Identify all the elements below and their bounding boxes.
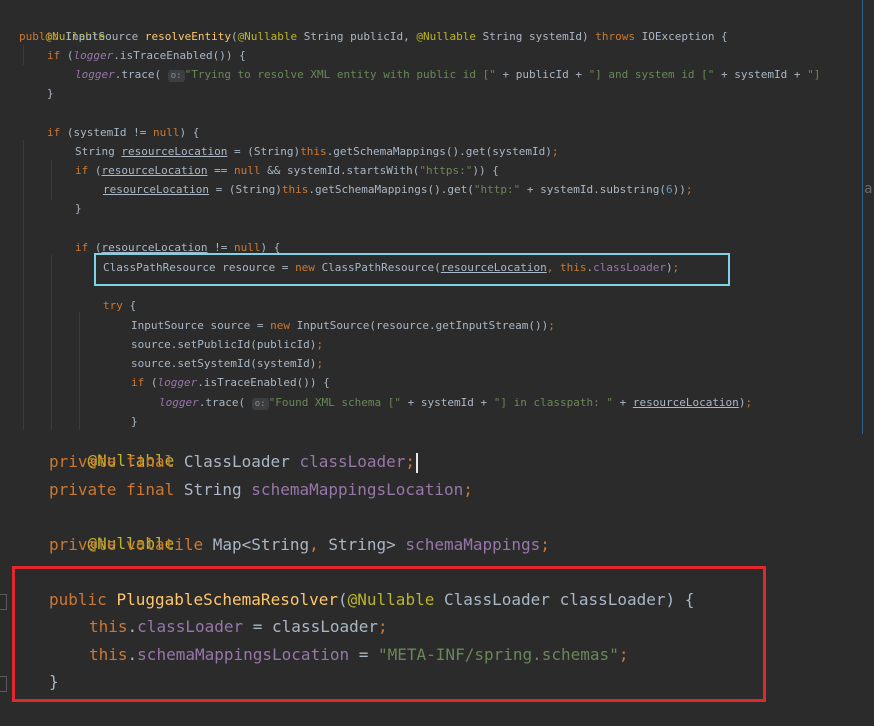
code-line[interactable]: @Nullable	[19, 8, 106, 43]
code-line[interactable]: @Nullable	[49, 434, 175, 470]
code-line[interactable]: private final ClassLoader classLoader;	[49, 448, 419, 475]
code-line[interactable]: resourceLocation = (String)this.getSchem…	[103, 180, 692, 199]
code-line[interactable]: if (systemId != null) {	[47, 123, 199, 142]
clipped-editor-char: a	[864, 181, 873, 197]
code-line[interactable]: @Nullable	[49, 503, 175, 553]
code-line[interactable]: logger.trace( o: "Found XML schema [" + s…	[159, 393, 752, 412]
fold-marker-icon[interactable]	[0, 594, 7, 610]
code-line[interactable]: source.setSystemId(systemId);	[131, 354, 323, 373]
parameter-hint: o:	[167, 70, 185, 82]
indent-guide	[51, 160, 52, 200]
code-line[interactable]: if (logger.isTraceEnabled()) {	[131, 373, 330, 392]
code-line[interactable]: public InputSource resolveEntity(@Nullab…	[19, 27, 728, 46]
fold-marker-icon[interactable]	[0, 676, 7, 692]
code-line[interactable]: if (resourceLocation == null && systemId…	[75, 161, 499, 180]
code-line[interactable]: }	[131, 412, 138, 431]
code-editor-top[interactable]: @Nullable public InputSource resolveEnti…	[0, 0, 863, 435]
code-line[interactable]: private volatile Map<String, String> sch…	[49, 531, 550, 558]
parameter-hint: o:	[251, 398, 269, 410]
indent-guide	[79, 312, 80, 430]
code-line[interactable]: if (logger.isTraceEnabled()) {	[47, 46, 246, 65]
code-line[interactable]: source.setPublicId(publicId);	[131, 335, 323, 354]
code-line[interactable]: }	[75, 199, 82, 218]
text-caret	[416, 452, 419, 473]
code-line[interactable]: try {	[103, 296, 136, 315]
indent-guide	[51, 255, 52, 430]
code-line[interactable]: logger.trace( o: "Trying to resolve XML e…	[75, 65, 820, 84]
highlight-box-cyan	[94, 253, 730, 286]
highlight-box-red	[12, 566, 766, 702]
code-line[interactable]: String resourceLocation = (String)this.g…	[75, 142, 558, 161]
code-line[interactable]: }	[47, 84, 54, 103]
code-line[interactable]: InputSource source = new InputSource(res…	[131, 316, 555, 335]
code-line[interactable]: private final String schemaMappingsLocat…	[49, 476, 473, 503]
indent-guide	[23, 140, 24, 430]
